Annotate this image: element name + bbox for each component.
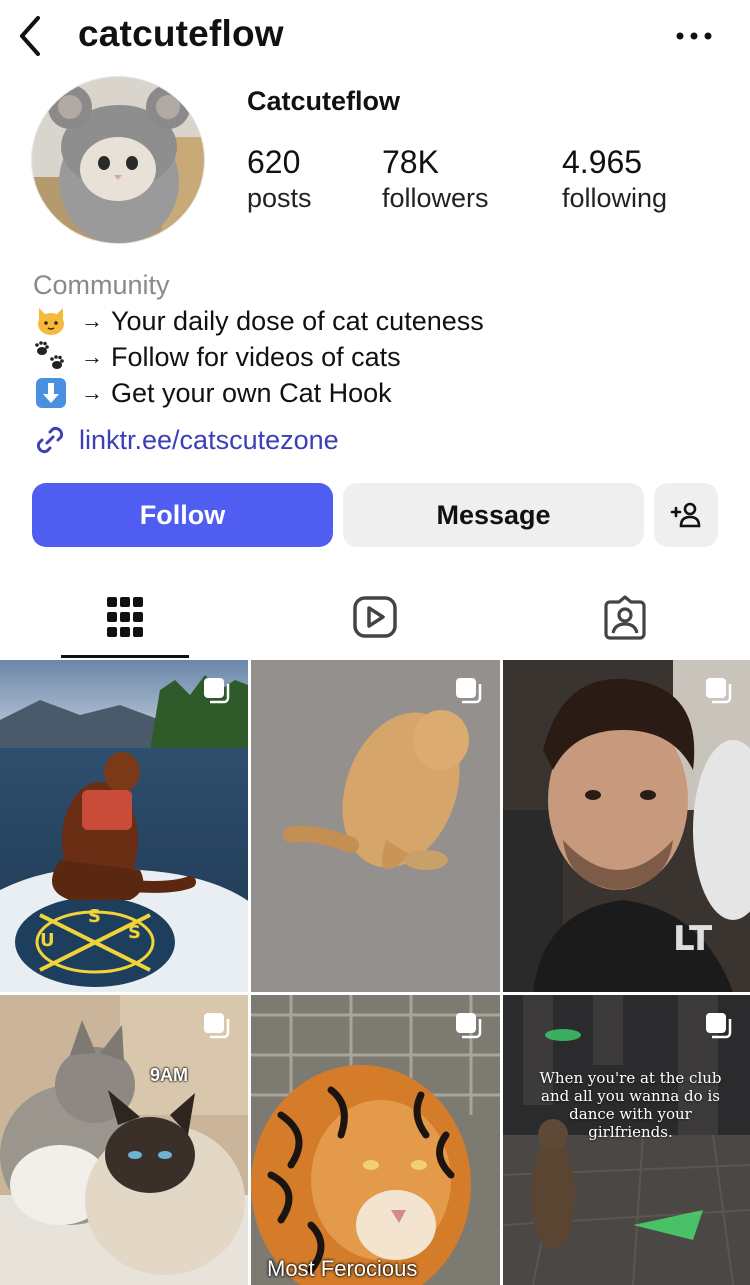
bio-text: Get your own Cat Hook — [111, 377, 392, 408]
svg-text:U: U — [40, 930, 55, 951]
stat-following[interactable]: 4.965 following — [562, 144, 667, 216]
grid-post[interactable]: Most Ferocious — [251, 995, 500, 1285]
svg-text:S: S — [128, 922, 141, 943]
stat-posts[interactable]: 620 posts — [247, 144, 312, 216]
follow-button[interactable]: Follow — [32, 483, 333, 547]
stat-followers-value: 78K — [382, 144, 439, 180]
profile-link[interactable]: linktr.ee/catscutezone — [33, 422, 339, 458]
arrow-right-icon: → — [81, 308, 103, 333]
multiple-posts-icon — [706, 1013, 732, 1039]
grid-post[interactable]: LT — [503, 660, 750, 992]
profile-avatar[interactable] — [31, 76, 205, 244]
cat-avatar-image — [32, 77, 204, 243]
post-thumbnail: LT — [503, 660, 750, 992]
grid-post[interactable]: 9AM — [0, 995, 248, 1285]
bio-line: → Your daily dose of cat cuteness — [33, 304, 484, 338]
tab-tagged[interactable] — [500, 575, 750, 659]
posts-grid: S U S LT 9AM Most Ferocious When you're … — [0, 660, 750, 1285]
post-overlay-text: Most Ferocious — [267, 1256, 418, 1281]
more-options-button[interactable] — [672, 18, 716, 54]
suggest-users-button[interactable] — [654, 483, 718, 547]
stat-following-value: 4.965 — [562, 144, 643, 180]
back-button[interactable] — [14, 12, 50, 60]
grid-post[interactable] — [251, 660, 500, 992]
bio-line: → Get your own Cat Hook — [33, 376, 392, 410]
down-arrow-button-icon — [33, 377, 69, 409]
multiple-posts-icon — [204, 678, 230, 704]
tagged-icon — [604, 595, 646, 640]
grid-icon — [107, 597, 143, 637]
stat-posts-value: 620 — [247, 144, 301, 180]
grid-post[interactable]: When you're at the club and all you wann… — [503, 995, 750, 1285]
tab-posts[interactable] — [0, 575, 250, 659]
chevron-left-icon — [20, 16, 40, 56]
arrow-right-icon: → — [81, 344, 103, 369]
svg-text:S: S — [88, 906, 101, 927]
grid-post[interactable]: S U S — [0, 660, 248, 992]
multiple-posts-icon — [706, 678, 732, 704]
post-overlay-text: 9AM — [150, 1065, 189, 1085]
multiple-posts-icon — [456, 678, 482, 704]
tab-reels[interactable] — [250, 575, 500, 659]
display-name: Catcuteflow — [247, 86, 401, 116]
top-bar: catcuteflow — [0, 0, 750, 72]
arrow-right-icon: → — [81, 380, 103, 405]
cat-face-icon — [33, 305, 69, 337]
add-person-icon — [670, 502, 701, 528]
stat-following-label: following — [562, 183, 668, 213]
multiple-posts-icon — [456, 1013, 482, 1039]
bio-text: Your daily dose of cat cuteness — [111, 305, 484, 336]
profile-tabs — [0, 575, 750, 659]
stat-followers-label: followers — [382, 183, 489, 213]
message-button[interactable]: Message — [343, 483, 644, 547]
link-icon — [36, 426, 64, 454]
profile-link-text: linktr.ee/catscutezone — [79, 424, 339, 455]
svg-text:LT: LT — [673, 919, 713, 959]
ellipsis-icon — [676, 32, 712, 40]
post-thumbnail: S U S — [0, 660, 248, 992]
paw-prints-icon — [33, 341, 69, 373]
profile-category: Community — [33, 270, 170, 300]
bio-text: Follow for videos of cats — [111, 341, 401, 372]
post-overlay-text: When you're at the club and all you wann… — [539, 1069, 722, 1141]
stat-posts-label: posts — [247, 183, 312, 213]
multiple-posts-icon — [204, 1013, 230, 1039]
active-tab-indicator — [61, 655, 189, 658]
profile-username: catcuteflow — [78, 13, 284, 54]
stat-followers[interactable]: 78K followers — [382, 144, 489, 216]
post-thumbnail — [251, 660, 500, 992]
reels-icon — [353, 596, 397, 638]
bio-line: → Follow for videos of cats — [33, 340, 401, 374]
